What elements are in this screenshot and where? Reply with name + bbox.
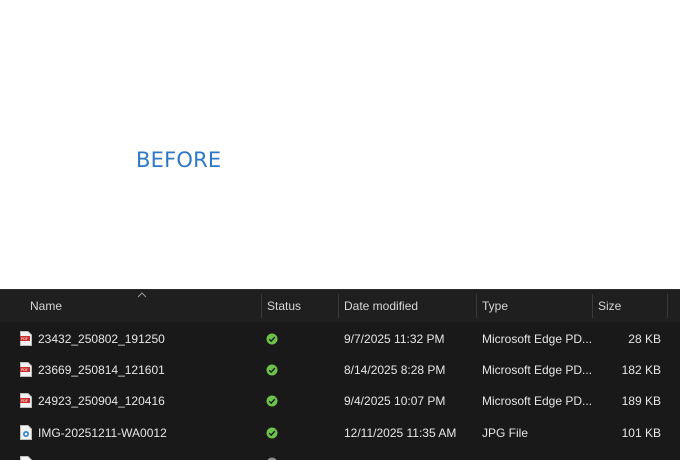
file-date-modified: 12/11/2025 11:35 AM <box>344 418 456 449</box>
sort-ascending-icon[interactable] <box>137 292 147 298</box>
column-header-status[interactable]: Status <box>267 290 301 322</box>
file-row[interactable]: PDF 23432_250802_191250 9/7/2025 11:32 P… <box>0 324 680 355</box>
file-date-modified: 9/4/2025 10:07 PM <box>344 386 445 417</box>
file-row[interactable]: IMG-20251211-WA0012 12/11/2025 11:35 AM … <box>0 418 680 449</box>
file-type: Microsoft Edge PD... <box>482 324 592 355</box>
column-resize-handle[interactable] <box>338 294 339 318</box>
file-type: JPG File <box>482 418 528 449</box>
column-resize-handle[interactable] <box>667 294 668 318</box>
file-name: 23669_250814_121601 <box>38 355 165 386</box>
file-row[interactable]: PDF 24923_250904_120416 9/4/2025 10:07 P… <box>0 386 680 417</box>
file-type: Microsoft Edge PD... <box>482 355 592 386</box>
column-resize-handle[interactable] <box>476 294 477 318</box>
column-header-date-modified[interactable]: Date modified <box>344 290 418 322</box>
column-resize-handle[interactable] <box>592 294 593 318</box>
column-header-name[interactable]: Name <box>30 290 62 322</box>
file-size: 182 KB <box>598 355 661 386</box>
file-name: 23432_250802_191250 <box>38 324 165 355</box>
pdf-icon: PDF <box>20 393 32 408</box>
synced-icon <box>266 364 278 376</box>
image-file-icon <box>20 425 32 440</box>
svg-text:PDF: PDF <box>21 368 28 372</box>
svg-text:PDF: PDF <box>21 399 28 403</box>
file-icon <box>20 456 32 460</box>
column-header-size[interactable]: Size <box>598 290 621 322</box>
banner: BEFORE <box>0 0 680 289</box>
file-type: Microsoft Edge PD... <box>482 386 592 417</box>
file-size: 189 KB <box>598 386 661 417</box>
file-row[interactable]: PDF 23669_250814_121601 8/14/2025 8:28 P… <box>0 355 680 386</box>
file-size: 28 KB <box>598 324 661 355</box>
column-header-row: Name Status Date modified Type Size <box>0 290 680 322</box>
file-name: IMG-20251211-WA0012 <box>38 418 167 449</box>
file-name: 24923_250904_120416 <box>38 386 165 417</box>
file-date-modified: 9/7/2025 11:32 PM <box>344 324 445 355</box>
file-explorer-list: Name Status Date modified Type Size PDF … <box>0 289 680 460</box>
pdf-icon: PDF <box>20 331 32 346</box>
file-date-modified: 8/14/2025 8:28 PM <box>344 355 445 386</box>
column-resize-handle[interactable] <box>261 294 262 318</box>
svg-text:PDF: PDF <box>21 337 28 341</box>
synced-icon <box>266 427 278 439</box>
column-header-type[interactable]: Type <box>482 290 508 322</box>
file-size: 101 KB <box>598 418 661 449</box>
synced-icon <box>266 395 278 407</box>
pdf-icon: PDF <box>20 362 32 377</box>
synced-icon <box>266 333 278 345</box>
banner-label: BEFORE <box>136 147 221 173</box>
file-row[interactable] <box>0 449 680 460</box>
